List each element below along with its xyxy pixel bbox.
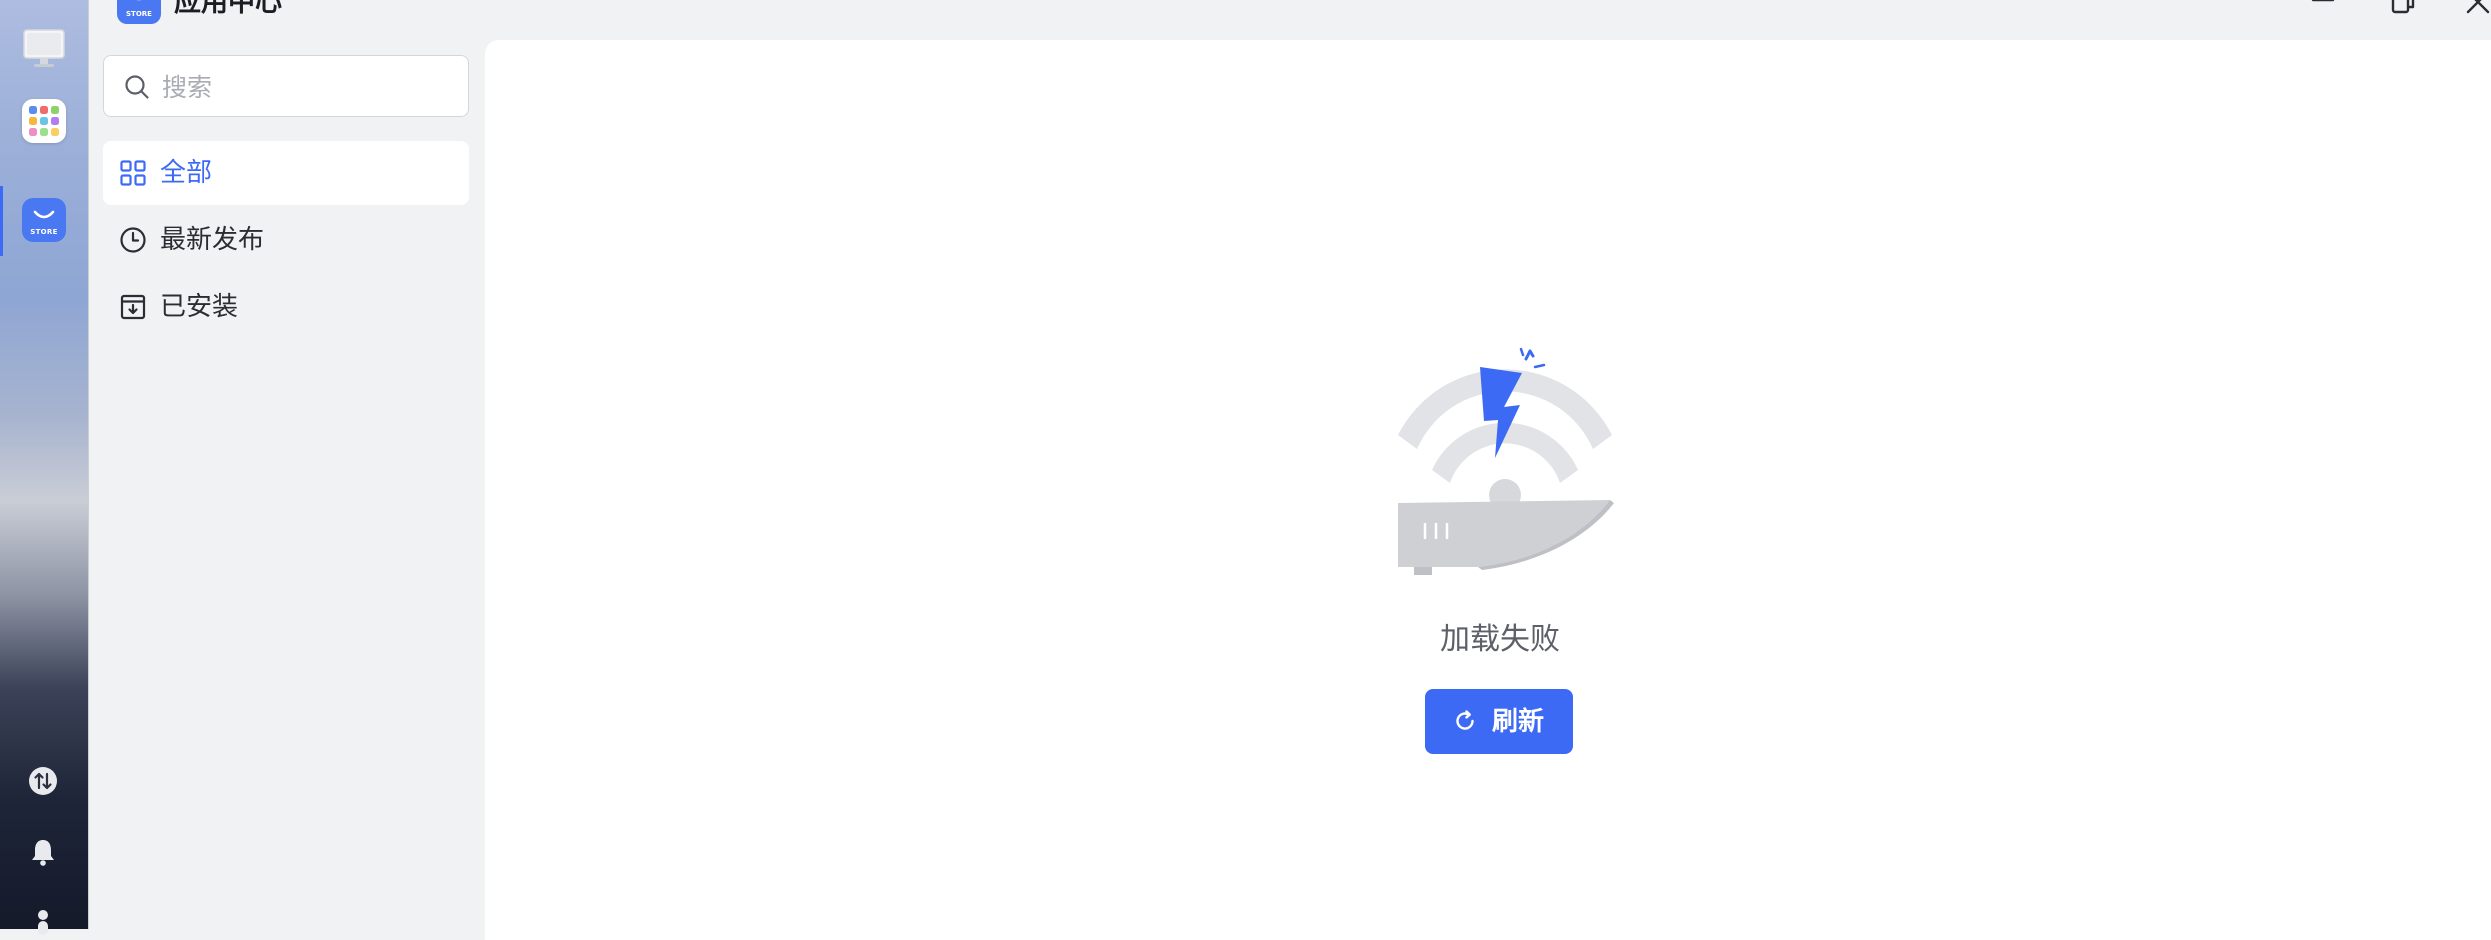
window-title: 应用中心	[174, 0, 282, 18]
app-store-dock-item[interactable]: STORE	[22, 198, 66, 242]
sidebar-item-all[interactable]: 全部	[103, 141, 469, 205]
close-icon[interactable]	[2462, 0, 2491, 18]
minimize-icon[interactable]	[2308, 0, 2338, 18]
sidebar-item-label: 全部	[160, 158, 213, 188]
download-box-icon	[120, 294, 146, 320]
app-grid-icon	[29, 106, 59, 136]
search-icon	[125, 75, 149, 99]
error-message: 加载失败	[1440, 622, 1560, 657]
store-label: STORE	[30, 228, 58, 236]
sidebar-item-label: 已安装	[160, 292, 239, 322]
clock-icon	[120, 227, 146, 253]
bell-icon[interactable]	[27, 836, 59, 868]
app-logo-label: STORE	[126, 10, 152, 18]
refresh-icon	[1456, 710, 1474, 730]
monitor-icon	[23, 29, 65, 67]
launcher-dock-item[interactable]	[22, 99, 66, 143]
restore-icon[interactable]	[2388, 0, 2418, 18]
sidebar-item-label: 最新发布	[160, 225, 265, 255]
refresh-label: 刷新	[1492, 706, 1545, 736]
network-transfer-icon[interactable]	[27, 765, 59, 797]
dock: STORE	[0, 0, 89, 935]
grid-icon	[120, 160, 146, 186]
sidebar-item-installed[interactable]: 已安装	[103, 275, 469, 339]
search-input[interactable]	[160, 66, 454, 108]
refresh-button[interactable]: 刷新	[1425, 689, 1573, 754]
power-icon[interactable]	[27, 905, 59, 937]
network-error-illustration	[1398, 347, 1614, 575]
search-box[interactable]	[103, 55, 469, 117]
active-indicator	[0, 186, 3, 256]
app-logo: STORE	[117, 0, 161, 24]
desktop-dock-item[interactable]	[22, 26, 66, 70]
sidebar-item-latest[interactable]: 最新发布	[103, 208, 469, 272]
